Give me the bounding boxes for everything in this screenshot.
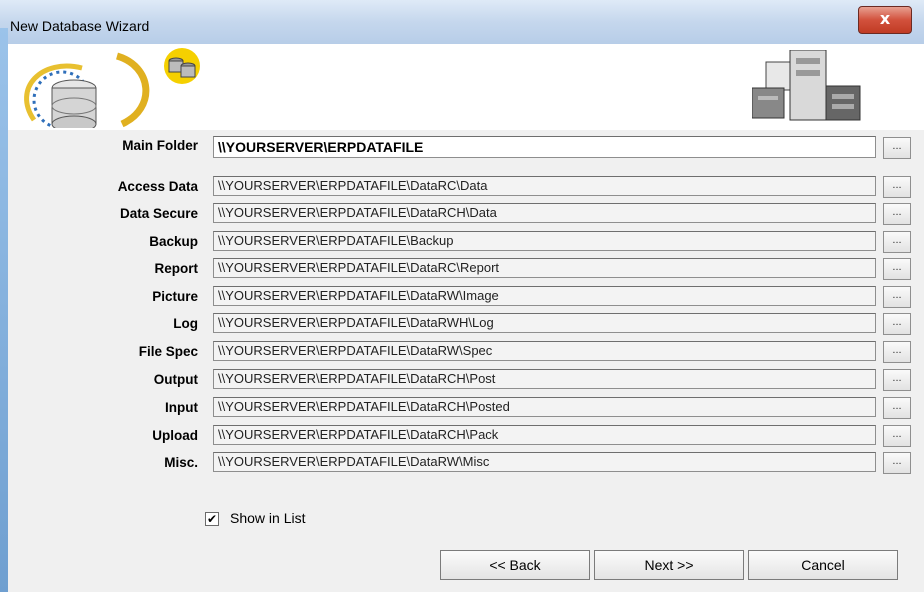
cancel-button[interactable]: Cancel <box>748 550 898 580</box>
show-in-list-checkbox[interactable]: ✔ <box>205 512 219 526</box>
database-wizard-icon <box>24 48 200 128</box>
data-secure-label: Data Secure <box>119 206 198 221</box>
upload-label: Upload <box>152 428 198 443</box>
input-browse-button[interactable]: ... <box>883 397 911 419</box>
picture-label: Picture <box>152 289 198 304</box>
file-spec-input[interactable]: \\YOURSERVER\ERPDATAFILE\DataRW\Spec <box>213 341 876 361</box>
main-folder-label: Main Folder <box>122 138 198 153</box>
input-label: Input <box>165 400 198 415</box>
new-database-wizard-window: New Database Wizard x Main Folder \\YOUR… <box>0 0 924 592</box>
window-left-border <box>0 28 8 592</box>
picture-input[interactable]: \\YOURSERVER\ERPDATAFILE\DataRW\Image <box>213 286 876 306</box>
access-data-browse-button[interactable]: ... <box>883 176 911 198</box>
access-data-input[interactable]: \\YOURSERVER\ERPDATAFILE\DataRC\Data <box>213 176 876 196</box>
data-secure-browse-button[interactable]: ... <box>883 203 911 225</box>
misc-browse-button[interactable]: ... <box>883 452 911 474</box>
misc-label: Misc. <box>164 455 198 470</box>
output-browse-button[interactable]: ... <box>883 369 911 391</box>
misc-input[interactable]: \\YOURSERVER\ERPDATAFILE\DataRW\Misc <box>213 452 876 472</box>
report-label: Report <box>154 261 199 276</box>
output-input[interactable]: \\YOURSERVER\ERPDATAFILE\DataRCH\Post <box>213 369 876 389</box>
server-icon <box>752 50 861 121</box>
backup-browse-button[interactable]: ... <box>883 231 911 253</box>
main-folder-input[interactable]: \\YOURSERVER\ERPDATAFILE <box>213 136 876 158</box>
upload-browse-button[interactable]: ... <box>883 425 911 447</box>
close-icon: x <box>879 9 891 28</box>
output-label: Output <box>153 372 198 387</box>
next-button[interactable]: Next >> <box>594 550 744 580</box>
checkmark-icon: ✔ <box>206 512 218 526</box>
picture-browse-button[interactable]: ... <box>883 286 911 308</box>
close-button[interactable]: x <box>858 6 912 34</box>
wizard-header <box>8 44 924 130</box>
file-spec-label: File Spec <box>138 344 198 359</box>
log-browse-button[interactable]: ... <box>883 313 911 335</box>
title-bar: New Database Wizard x <box>0 0 924 45</box>
data-secure-input[interactable]: \\YOURSERVER\ERPDATAFILE\DataRCH\Data <box>213 203 876 223</box>
wizard-content: Main Folder \\YOURSERVER\ERPDATAFILE ...… <box>8 130 924 592</box>
input-input[interactable]: \\YOURSERVER\ERPDATAFILE\DataRCH\Posted <box>213 397 876 417</box>
report-input[interactable]: \\YOURSERVER\ERPDATAFILE\DataRC\Report <box>213 258 876 278</box>
main-folder-browse-button[interactable]: ... <box>883 137 911 159</box>
access-data-label: Access Data <box>117 179 198 194</box>
report-browse-button[interactable]: ... <box>883 258 911 280</box>
window-title: New Database Wizard <box>10 18 150 34</box>
upload-input[interactable]: \\YOURSERVER\ERPDATAFILE\DataRCH\Pack <box>213 425 876 445</box>
backup-input[interactable]: \\YOURSERVER\ERPDATAFILE\Backup <box>213 231 876 251</box>
log-input[interactable]: \\YOURSERVER\ERPDATAFILE\DataRWH\Log <box>213 313 876 333</box>
file-spec-browse-button[interactable]: ... <box>883 341 911 363</box>
show-in-list-label: Show in List <box>230 510 306 526</box>
backup-label: Backup <box>149 234 198 249</box>
back-button[interactable]: << Back <box>440 550 590 580</box>
log-label: Log <box>173 316 198 331</box>
